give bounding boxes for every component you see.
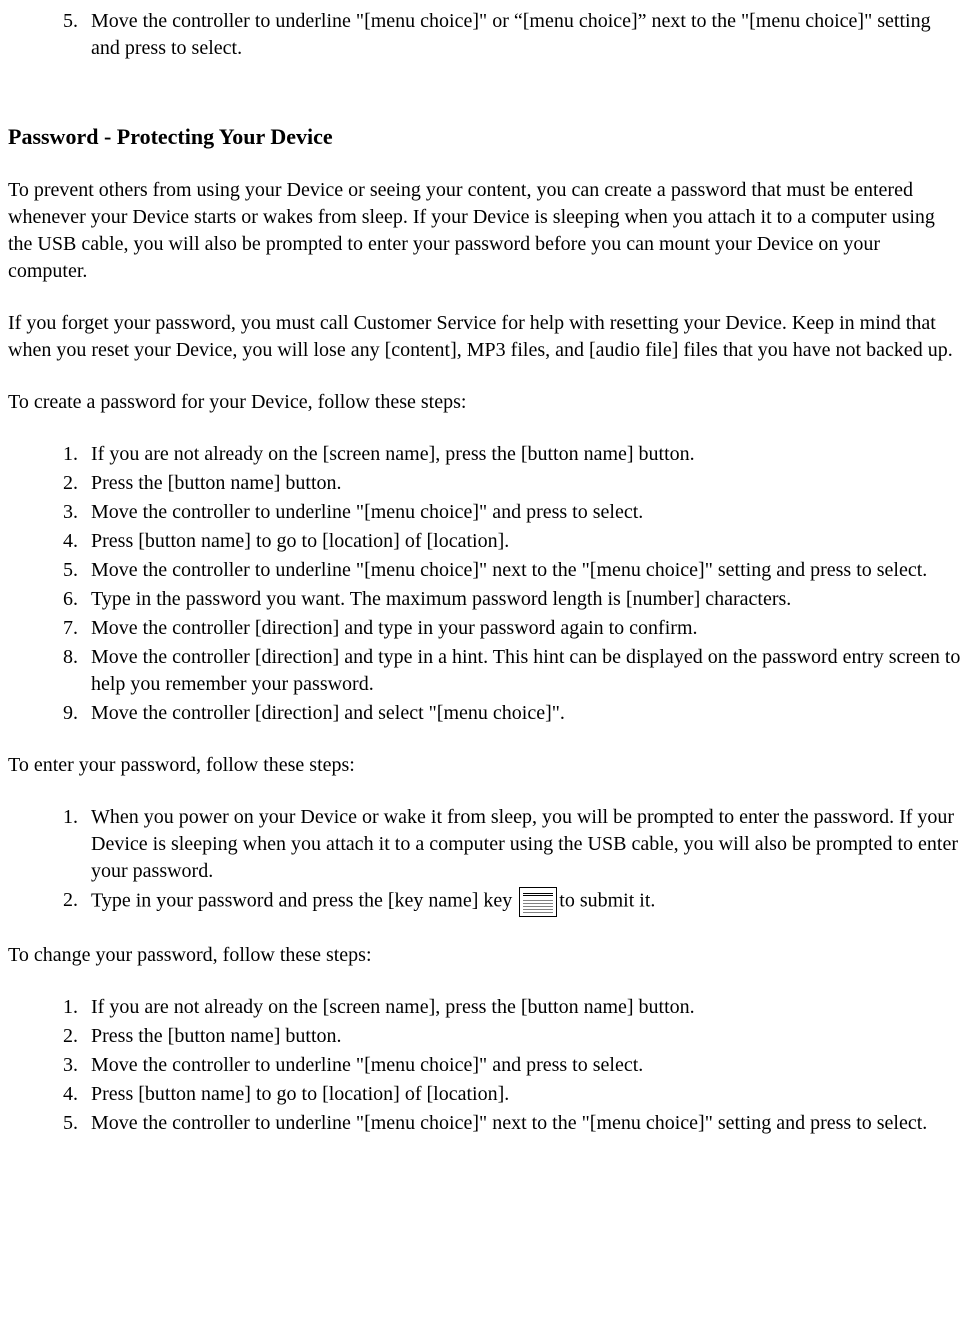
step-text-before: Type in your password and press the [key… [91,889,517,911]
list-item: Move the controller to underline "[menu … [83,8,964,62]
list-item: Type in your password and press the [key… [83,887,964,917]
list-item: If you are not already on the [screen na… [83,441,964,468]
list-item: When you power on your Device or wake it… [83,804,964,885]
change-password-steps: If you are not already on the [screen na… [8,994,964,1137]
enter-password-intro: To enter your password, follow these ste… [8,752,964,779]
step-text-after: to submit it. [559,889,655,911]
preceding-step-list: Move the controller to underline "[menu … [8,8,964,62]
enter-key-icon [519,887,557,917]
list-item: Type in the password you want. The maxim… [83,586,964,613]
list-item: Move the controller [direction] and sele… [83,700,964,727]
change-password-intro: To change your password, follow these st… [8,942,964,969]
list-item: Move the controller to underline "[menu … [83,1110,964,1137]
intro-paragraph-1: To prevent others from using your Device… [8,177,964,285]
list-item: Move the controller to underline "[menu … [83,1052,964,1079]
list-item: Press the [button name] button. [83,1023,964,1050]
list-item: Move the controller [direction] and type… [83,615,964,642]
create-password-steps: If you are not already on the [screen na… [8,441,964,727]
list-item: If you are not already on the [screen na… [83,994,964,1021]
section-heading-password: Password - Protecting Your Device [8,122,964,152]
list-item: Move the controller [direction] and type… [83,644,964,698]
list-item: Press [button name] to go to [location] … [83,528,964,555]
list-item: Press [button name] to go to [location] … [83,1081,964,1108]
list-item: Move the controller to underline "[menu … [83,499,964,526]
list-item: Move the controller to underline "[menu … [83,557,964,584]
intro-paragraph-2: If you forget your password, you must ca… [8,310,964,364]
create-password-intro: To create a password for your Device, fo… [8,389,964,416]
list-item: Press the [button name] button. [83,470,964,497]
enter-password-steps: When you power on your Device or wake it… [8,804,964,917]
